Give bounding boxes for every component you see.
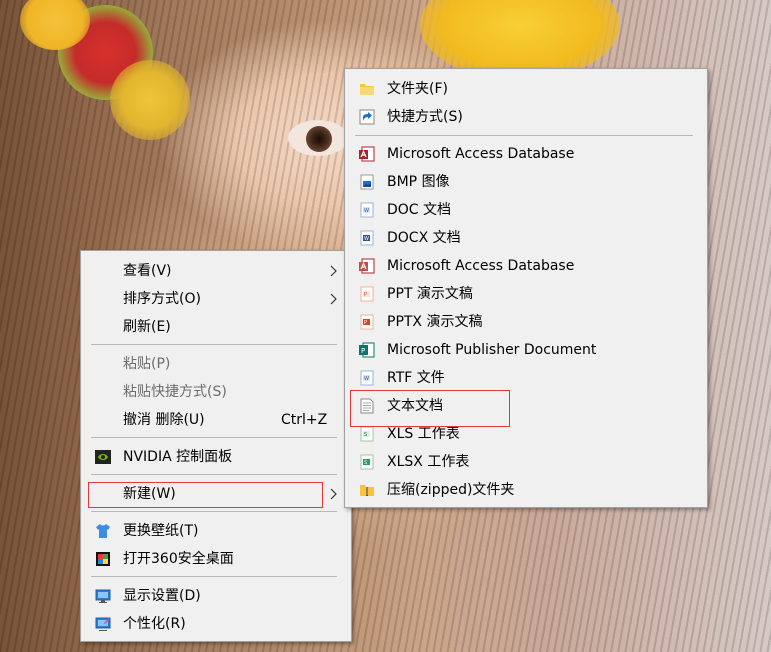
submenu-item-zip-label: 压缩(zipped)文件夹 (387, 482, 515, 498)
menu-item-sort-label: 排序方式(O) (123, 291, 201, 307)
rtf-icon: W (360, 370, 374, 386)
submenu-item-xlsx-label: XLSX 工作表 (387, 454, 470, 470)
svg-text:W: W (364, 236, 369, 242)
ppt-icon: P (360, 286, 374, 302)
submenu-item-publisher-label: Microsoft Publisher Document (387, 342, 597, 358)
submenu-item-access-label: Microsoft Access Database (387, 146, 575, 162)
menu-item-undo-shortcut: Ctrl+Z (281, 412, 328, 428)
menu-item-undo-label: 撤消 删除(U) (123, 412, 205, 428)
menu-separator (91, 344, 337, 345)
svg-text:P: P (364, 320, 367, 326)
submenu-item-pptx-label: PPTX 演示文稿 (387, 314, 483, 330)
menu-item-nvidia-control-panel[interactable]: NVIDIA 控制面板 (83, 443, 349, 471)
submenu-item-ppt[interactable]: P PPT 演示文稿 (347, 280, 705, 308)
menu-item-refresh-label: 刷新(E) (123, 319, 171, 335)
menu-separator (91, 437, 337, 438)
menu-item-sort-by[interactable]: 排序方式(O) (83, 285, 349, 313)
menu-item-paste-label: 粘贴(P) (123, 356, 171, 372)
submenu-item-bmp-label: BMP 图像 (387, 174, 450, 190)
menu-item-change-wallpaper[interactable]: 更换壁纸(T) (83, 517, 349, 545)
menu-item-paste-shortcut[interactable]: 粘贴快捷方式(S) (83, 378, 349, 406)
menu-item-view-label: 查看(V) (123, 263, 172, 279)
submenu-item-rtf-label: RTF 文件 (387, 370, 445, 386)
display-icon (95, 589, 111, 603)
docx-icon: W (360, 230, 374, 246)
shortcut-icon (359, 109, 375, 125)
submenu-item-access-2-label: Microsoft Access Database (387, 258, 575, 274)
submenu-item-docx-label: DOCX 文档 (387, 230, 461, 246)
submenu-item-shortcut[interactable]: 快捷方式(S) (347, 103, 705, 131)
menu-item-360-label: 打开360安全桌面 (123, 551, 234, 567)
menu-item-display-label: 显示设置(D) (123, 588, 201, 604)
submenu-item-access-database-2[interactable]: Microsoft Access Database (347, 252, 705, 280)
menu-item-refresh[interactable]: 刷新(E) (83, 313, 349, 341)
submenu-item-ppt-label: PPT 演示文稿 (387, 286, 473, 302)
submenu-item-shortcut-label: 快捷方式(S) (387, 109, 463, 125)
nvidia-icon (95, 450, 111, 464)
wallpaper-eye (288, 120, 348, 156)
svg-text:W: W (364, 208, 369, 214)
folder-icon (360, 84, 374, 95)
menu-item-undo-delete[interactable]: 撤消 删除(U) Ctrl+Z (83, 406, 349, 434)
access-icon (359, 146, 375, 162)
menu-item-display-settings[interactable]: 显示设置(D) (83, 582, 349, 610)
chevron-right-icon (330, 265, 337, 277)
submenu-item-docx[interactable]: W DOCX 文档 (347, 224, 705, 252)
menu-separator (91, 511, 337, 512)
submenu-item-bmp-image[interactable]: BMP 图像 (347, 168, 705, 196)
tshirt-icon (96, 524, 110, 538)
svg-text:S: S (364, 432, 367, 438)
new-submenu: 文件夹(F) 快捷方式(S) Microsoft Access Database… (344, 68, 708, 508)
menu-separator (91, 576, 337, 577)
submenu-item-rtf[interactable]: W RTF 文件 (347, 364, 705, 392)
menu-item-change-wallpaper-label: 更换壁纸(T) (123, 523, 199, 539)
menu-item-360-desktop[interactable]: 打开360安全桌面 (83, 545, 349, 573)
svg-text:W: W (364, 376, 369, 382)
submenu-item-zip-folder[interactable]: 压缩(zipped)文件夹 (347, 476, 705, 504)
menu-item-paste-shortcut-label: 粘贴快捷方式(S) (123, 384, 227, 400)
submenu-item-folder-label: 文件夹(F) (387, 81, 448, 97)
menu-item-personalize-label: 个性化(R) (123, 616, 186, 632)
wallpaper-flower-yellow-mid (110, 60, 190, 140)
access-icon (359, 258, 375, 274)
submenu-separator (355, 135, 693, 136)
submenu-item-pptx[interactable]: P PPTX 演示文稿 (347, 308, 705, 336)
menu-item-nvidia-label: NVIDIA 控制面板 (123, 449, 233, 465)
highlight-box-new (88, 482, 323, 508)
svg-text:P: P (364, 292, 367, 298)
submenu-item-publisher[interactable]: P Microsoft Publisher Document (347, 336, 705, 364)
submenu-item-doc[interactable]: W DOC 文档 (347, 196, 705, 224)
submenu-item-doc-label: DOC 文档 (387, 202, 452, 218)
zip-folder-icon (360, 485, 374, 496)
highlight-box-text-document (350, 390, 510, 427)
personalize-icon (95, 617, 111, 631)
chevron-right-icon (330, 488, 337, 500)
360-desktop-icon (96, 552, 110, 566)
menu-item-view[interactable]: 查看(V) (83, 257, 349, 285)
submenu-item-access-database[interactable]: Microsoft Access Database (347, 140, 705, 168)
pptx-icon: P (360, 314, 374, 330)
bmp-icon (360, 174, 374, 190)
doc-icon: W (360, 202, 374, 218)
chevron-right-icon (330, 293, 337, 305)
menu-item-paste[interactable]: 粘贴(P) (83, 350, 349, 378)
menu-item-personalize[interactable]: 个性化(R) (83, 610, 349, 638)
xlsx-icon: S (360, 454, 374, 470)
svg-text:P: P (361, 347, 365, 355)
wallpaper-iris (306, 126, 332, 152)
publisher-icon: P (359, 342, 375, 358)
menu-separator (91, 474, 337, 475)
submenu-item-xlsx[interactable]: S XLSX 工作表 (347, 448, 705, 476)
xls-icon: S (360, 426, 374, 442)
svg-text:S: S (364, 460, 367, 466)
desktop-context-menu: 查看(V) 排序方式(O) 刷新(E) 粘贴(P) 粘贴快捷方式(S) 撤消 删… (80, 250, 352, 642)
submenu-item-folder[interactable]: 文件夹(F) (347, 75, 705, 103)
